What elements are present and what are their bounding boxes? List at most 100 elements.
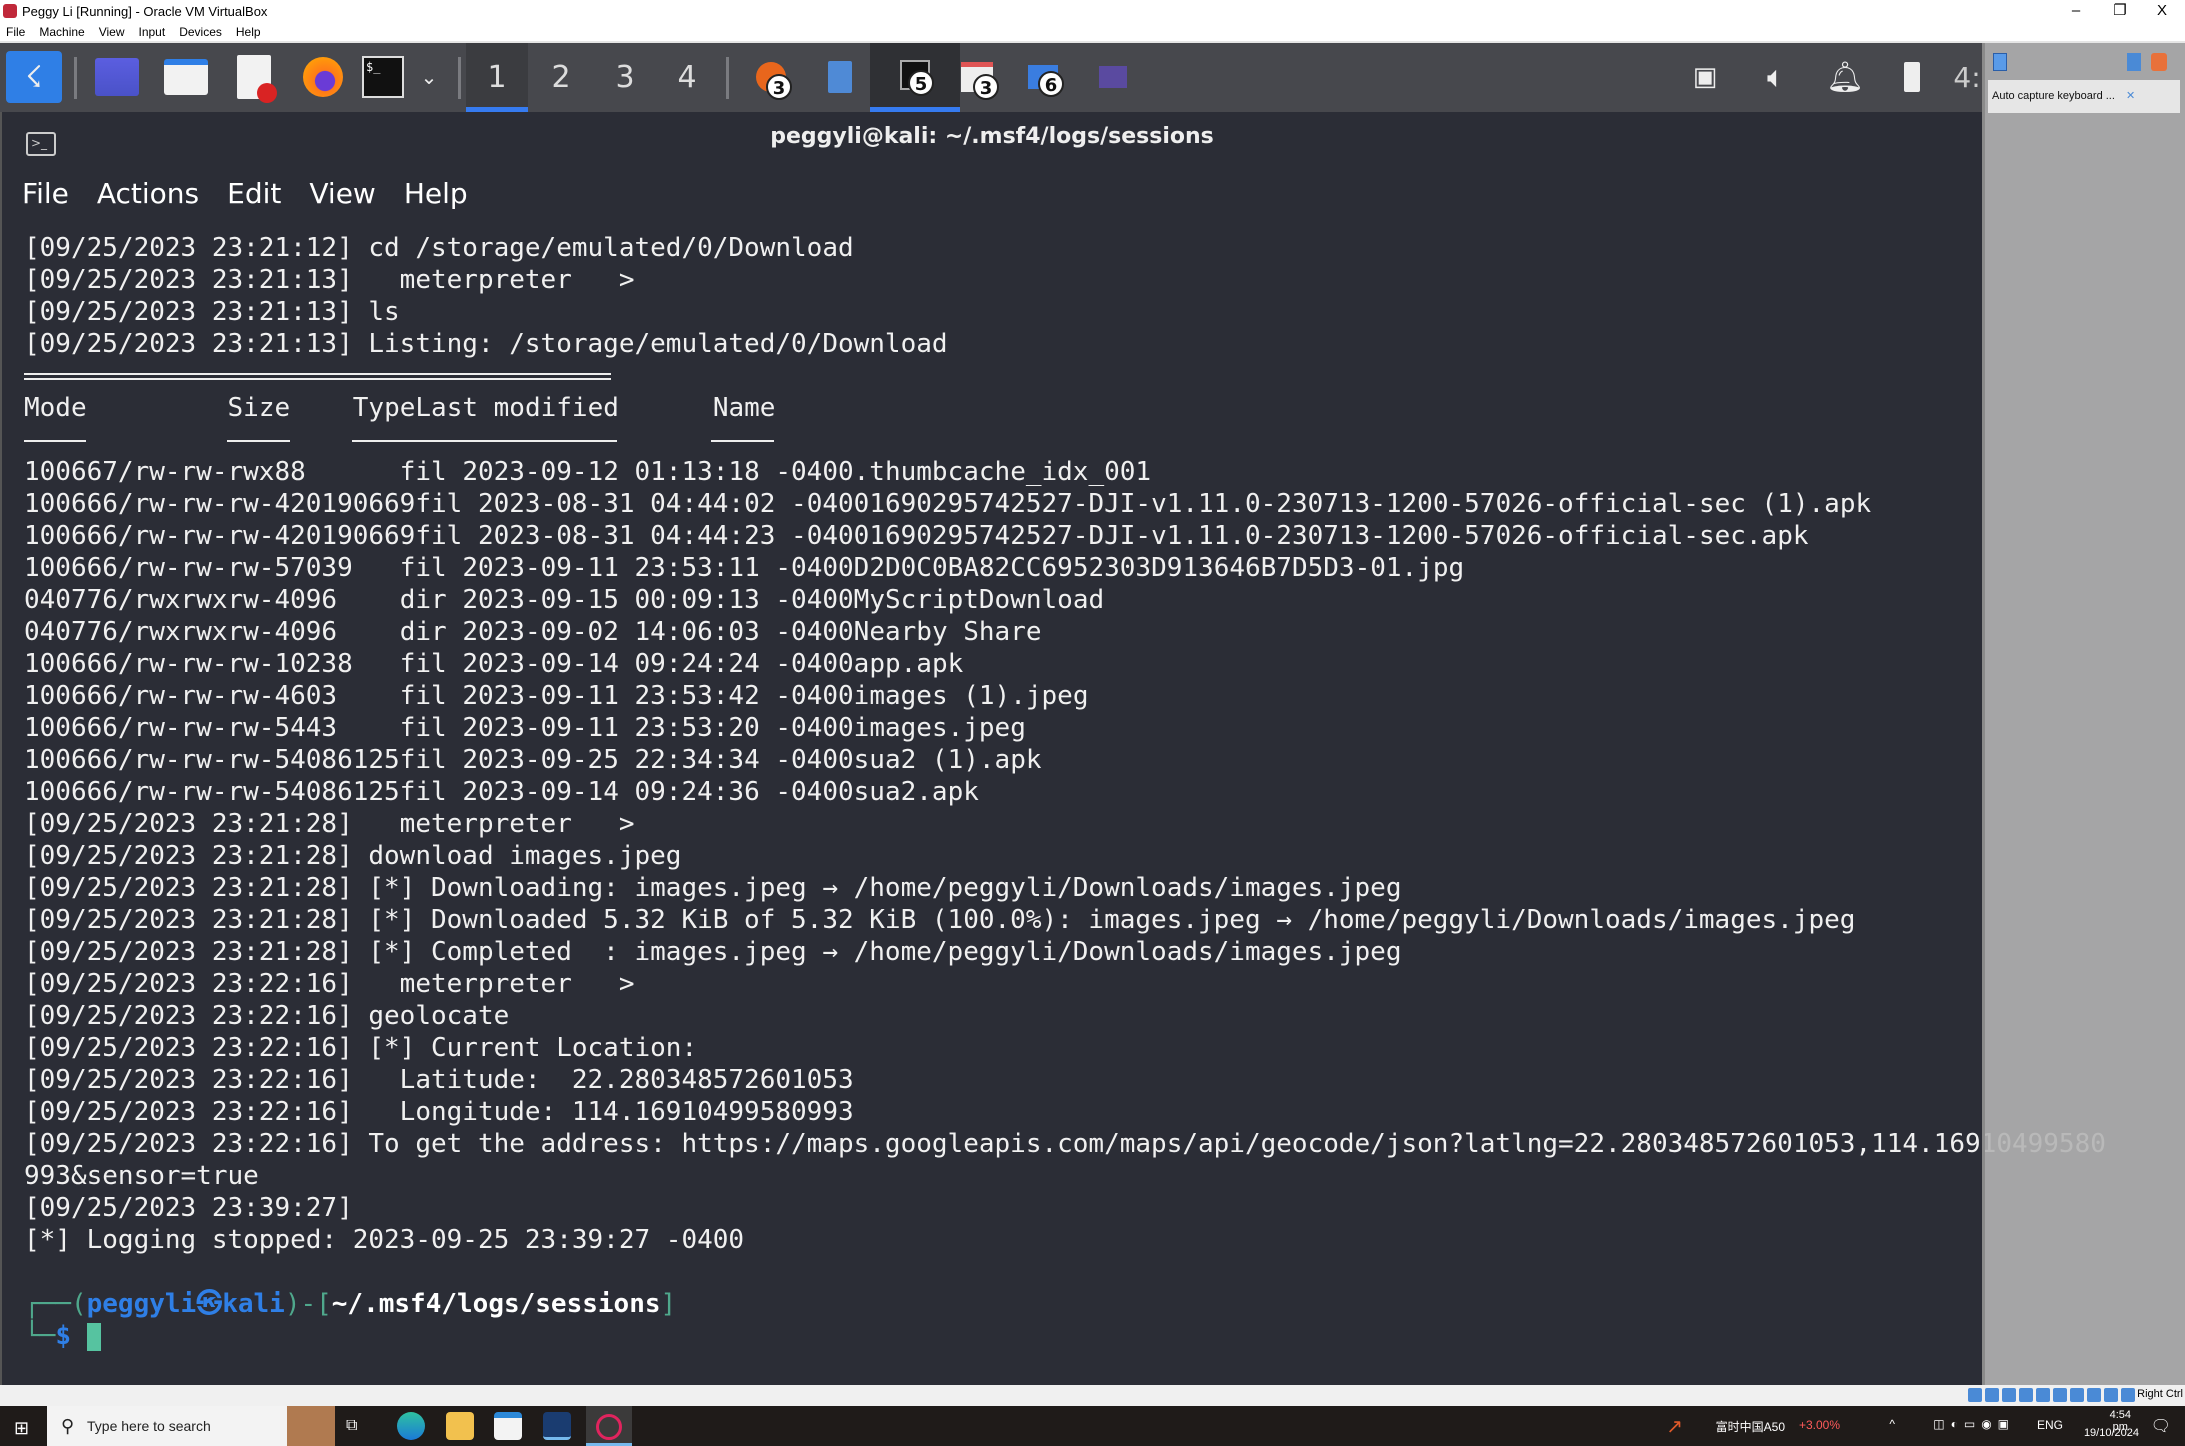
keyboard-capture-icon[interactable] — [2127, 53, 2141, 71]
terminal-menu-bar: File Actions Edit View Help — [22, 177, 496, 217]
action-center-icon[interactable]: 🗨︎ — [2151, 1416, 2171, 1436]
network-adapter-icon[interactable] — [2019, 1388, 2033, 1402]
display-icon[interactable] — [2070, 1388, 2084, 1402]
terminal-line: [09/25/2023 23:39:27] — [24, 1192, 2106, 1224]
mouse-icon[interactable] — [2121, 1388, 2135, 1402]
search-icon: ⚲ — [61, 1416, 75, 1436]
listing-cell: fil — [415, 489, 463, 519]
listing-cell: fil — [399, 457, 447, 487]
notification-bell-icon[interactable]: 🔔︎ — [1826, 51, 1864, 103]
audio-icon[interactable] — [2002, 1388, 2016, 1402]
network-icon[interactable]: ▣ — [1690, 51, 1720, 103]
line-text: [09/25/2023 23:21:28] [*] Downloading: i… — [24, 873, 1402, 903]
menu-help[interactable]: Help — [236, 24, 261, 41]
workspace-1[interactable]: 1 — [466, 43, 528, 112]
chevron-down-icon[interactable]: ⌄ — [418, 51, 440, 103]
line-text: [*] Logging stopped: 2023-09-25 23:39:27… — [24, 1225, 745, 1255]
menu-input[interactable]: Input — [139, 24, 166, 41]
listing-cell: 100666/rw-rw-rw- — [24, 521, 275, 551]
window-count-badge: 3 — [766, 74, 792, 100]
terminal-line: [09/25/2023 23:21:12] cd /storage/emulat… — [24, 232, 2106, 264]
listing-header-size: Size — [227, 393, 291, 423]
listing-cell: D2D0C0BA82CC6952303D913646B7D5D3-01.jpg — [853, 553, 1465, 583]
task-document[interactable] — [828, 51, 852, 103]
listing-cell: fil — [399, 681, 447, 711]
terminal-menu-edit[interactable]: Edit — [227, 177, 281, 210]
language-indicator[interactable]: ENG — [2037, 1418, 2063, 1432]
listing-cell: 2023-09-25 22:34:34 -0400 — [462, 745, 854, 775]
edge-icon[interactable] — [397, 1412, 425, 1440]
listing-header-row: Mode Size TypeLast modified Name — [24, 392, 2106, 424]
text-editor-icon[interactable] — [237, 55, 277, 103]
listing-cell: 420190669 — [274, 489, 416, 519]
desktop-icon[interactable] — [95, 58, 139, 96]
workspace-2[interactable]: 2 — [530, 43, 592, 112]
clock[interactable]: 4: — [1952, 51, 1982, 103]
line-text: [09/25/2023 23:21:13] ls — [24, 297, 400, 327]
terminal-menu-help[interactable]: Help — [404, 177, 468, 210]
terminal-window[interactable]: >_ peggyli@kali: ~/.msf4/logs/sessions F… — [0, 112, 2106, 1385]
prompt-dollar: $ — [55, 1321, 71, 1351]
tray-icons[interactable]: ◫◐▭◉▣ — [1933, 1417, 2015, 1431]
store-icon[interactable] — [494, 1412, 522, 1440]
menu-devices[interactable]: Devices — [179, 24, 222, 41]
task-viewer[interactable]: 3 — [960, 51, 999, 103]
shared-folder-icon[interactable] — [2053, 1388, 2067, 1402]
menu-machine[interactable]: Machine — [39, 24, 84, 41]
volume-icon[interactable]: 🔈︎ — [1758, 51, 1794, 103]
stock-name[interactable]: 富时中国A50 — [1716, 1418, 1785, 1435]
vbox-status-bar: Right Ctrl — [0, 1385, 2185, 1406]
listing-cell: sua2 (1).apk — [853, 745, 1042, 775]
kali-menu-icon[interactable]: ☇ — [6, 51, 62, 103]
file-manager-icon[interactable] — [164, 59, 208, 95]
window-count-badge: 5 — [908, 70, 934, 96]
mouse-integration-icon[interactable] — [2151, 53, 2167, 71]
stock-change: +3.00% — [1798, 1418, 1840, 1432]
optical-icon[interactable] — [1985, 1388, 1999, 1402]
minimize-button[interactable]: – — [2056, 0, 2096, 22]
close-button[interactable]: X — [2142, 0, 2182, 22]
tray-chevron-up-icon[interactable]: ^ — [1889, 1417, 1895, 1431]
info-icon[interactable] — [1993, 53, 2007, 71]
listing-cell: 5443 — [274, 713, 338, 743]
line-text: [09/25/2023 23:22:16] Latitude: 22.28034… — [24, 1065, 854, 1095]
terminal-output[interactable]: [09/25/2023 23:21:12] cd /storage/emulat… — [24, 232, 2106, 1352]
hdd-icon[interactable] — [1968, 1388, 1982, 1402]
listing-cell: 54086125 — [274, 777, 400, 807]
menu-view[interactable]: View — [99, 24, 125, 41]
battery-icon[interactable] — [1902, 51, 1922, 103]
line-text: [09/25/2023 23:22:16] geolocate — [24, 1001, 510, 1031]
menu-file[interactable]: File — [6, 24, 25, 41]
task-display[interactable] — [1098, 51, 1128, 103]
firefox-icon[interactable] — [303, 57, 343, 97]
workspace-3[interactable]: 3 — [594, 43, 656, 112]
terminal-menu-view[interactable]: View — [309, 177, 375, 210]
taskbar-search-input[interactable]: ⚲ Type here to search — [47, 1406, 335, 1446]
task-files[interactable]: 6 — [1028, 51, 1064, 103]
taskbar-date[interactable]: 19/10/2024 — [2084, 1427, 2139, 1439]
terminal-menu-actions[interactable]: Actions — [97, 177, 199, 210]
tooltip-close-icon[interactable]: ✕ — [2126, 90, 2135, 102]
recording-icon[interactable] — [2087, 1388, 2101, 1402]
terminal-line: [09/25/2023 23:22:16] Longitude: 114.169… — [24, 1096, 2106, 1128]
windows-start-icon[interactable]: ⊞ — [14, 1418, 29, 1439]
listing-cell: 100666/rw-rw-rw- — [24, 553, 275, 583]
terminal-title: peggyli@kali: ~/.msf4/logs/sessions — [770, 124, 1214, 149]
task-view-icon[interactable]: ⧉ — [346, 1412, 368, 1440]
terminal-launcher-icon[interactable]: $_ — [362, 56, 404, 98]
vm-window-taskbar-icon[interactable] — [586, 1406, 632, 1446]
file-explorer-icon[interactable] — [446, 1412, 474, 1440]
terminal-line: [09/25/2023 23:21:28] [*] Downloading: i… — [24, 872, 2106, 904]
restore-button[interactable]: ❐ — [2100, 0, 2140, 22]
prompt-line: ┌──(peggyli㉿kali)-[~/.msf4/logs/sessions… — [24, 1288, 2106, 1320]
cpu-icon[interactable] — [2104, 1388, 2118, 1402]
terminal-line: [09/25/2023 23:21:28] [*] Downloaded 5.3… — [24, 904, 2106, 936]
terminal-cursor[interactable] — [86, 1322, 101, 1351]
task-firefox[interactable]: 3 — [756, 51, 792, 103]
usb-icon[interactable] — [2036, 1388, 2050, 1402]
workspace-4[interactable]: 4 — [656, 43, 718, 112]
task-terminal[interactable]: 5 — [870, 43, 960, 112]
terminal-menu-file[interactable]: File — [22, 177, 69, 210]
listing-cell: 100666/rw-rw-rw- — [24, 777, 275, 807]
virtualbox-taskbar-icon[interactable] — [543, 1412, 571, 1440]
